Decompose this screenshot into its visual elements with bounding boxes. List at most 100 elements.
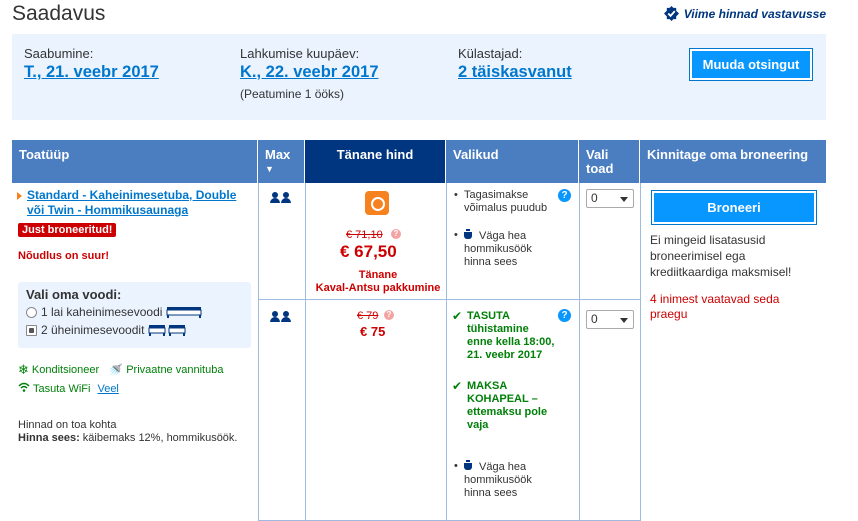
sort-down-icon: ▼	[265, 164, 274, 174]
dropdown-arrow-icon	[620, 318, 628, 323]
room-qty-select[interactable]: 0	[586, 310, 634, 329]
wifi-icon	[18, 382, 30, 396]
current-price: € 75	[360, 324, 386, 339]
amenity-ac: ❄ Konditsioneer	[18, 363, 99, 377]
price-guarantee-text: Viime hinnad vastavusse	[683, 6, 826, 21]
guests-link[interactable]: 2 täiskasvanut	[458, 63, 572, 82]
more-amenities-link[interactable]: Veel	[97, 382, 118, 396]
option-text: TASUTA tühistamine enne kella 18:00, 21.…	[467, 310, 555, 361]
bullet: •	[454, 189, 458, 201]
amenity-label: Privaatne vannituba	[126, 364, 224, 376]
deal-line: Tänane	[358, 269, 398, 281]
divider	[305, 183, 306, 521]
room-name-link[interactable]: Standard - Kaheinimesetuba, Double või T…	[17, 188, 247, 218]
option-text: MAKSA KOHAPEAL – ettemaksu pole vaja	[467, 380, 548, 431]
price-note: Hinnad on toa kohta Hinna sees: käibemak…	[18, 419, 237, 445]
amenities: ❄ Konditsioneer 🚿 Privaatne vannituba Ta…	[18, 363, 258, 401]
checkin-block: Saabumine: T., 21. veebr 2017	[24, 46, 159, 82]
stay-length-note: (Peatumine 1 ööks)	[240, 87, 345, 101]
search-summary: Saabumine: T., 21. veebr 2017 Lahkumise …	[12, 34, 826, 120]
divider	[258, 183, 259, 521]
divider	[446, 183, 447, 521]
just-booked-badge: Just broneeritud!	[18, 223, 117, 237]
max-occupancy	[270, 311, 291, 322]
old-price: € 79	[357, 310, 379, 322]
dropdown-arrow-icon	[620, 197, 628, 202]
divider	[640, 183, 641, 521]
checkout-label: Lahkumise kuupäev:	[240, 46, 360, 61]
person-icon	[270, 192, 280, 203]
guests-block: Külastajad: 2 täiskasvanut	[458, 46, 572, 82]
divider	[579, 183, 580, 521]
option-text: Tagasimakse võimalus puudub	[464, 189, 548, 214]
room-qty-value: 0	[591, 312, 598, 326]
amenity-bathroom: 🚿 Privaatne vannituba	[108, 363, 223, 377]
checkout-date-link[interactable]: K., 22. veebr 2017	[240, 63, 379, 82]
header-qty: Vali toad	[579, 140, 640, 183]
deal-line: Kaval-Antsu pakkumine	[315, 282, 441, 294]
bed-option-double[interactable]: 1 lai kaheinimesevoodi	[26, 304, 243, 320]
header-room-type: Toatüüp	[12, 140, 258, 183]
price-info-icon[interactable]: ?	[391, 229, 401, 239]
bed-choice-box: Vali oma voodi: 1 lai kaheinimesevoodi 2…	[18, 282, 251, 348]
price-note-bold: Hinna sees:	[18, 432, 80, 444]
amenity-wifi: Tasuta WiFi Veel	[18, 382, 119, 396]
checkin-date-link[interactable]: T., 21. veebr 2017	[24, 63, 159, 82]
check-icon: ✔	[452, 379, 463, 393]
option-nonrefundable: • Tagasimakse võimalus puudub	[452, 189, 556, 215]
rate-options: ✔ TASUTA tühistamine enne kella 18:00, 2…	[452, 310, 556, 500]
amenity-label: Tasuta WiFi	[33, 383, 91, 395]
page-title: Saadavus	[12, 2, 106, 25]
bed-option-radio[interactable]	[26, 306, 37, 318]
bullet: •	[454, 460, 458, 472]
header-max-label: Max	[265, 147, 291, 162]
book-button[interactable]: Broneeri	[652, 191, 816, 224]
high-demand-text: Nõudlus on suur!	[18, 250, 110, 262]
current-price: € 67,50	[340, 242, 397, 261]
shower-icon: 🚿	[108, 363, 124, 377]
max-occupancy	[270, 192, 291, 203]
person-icon	[281, 192, 291, 203]
price-guarantee[interactable]: Viime hinnad vastavusse	[663, 6, 826, 21]
book-note: Ei mingeid lisatasusid broneerimisel ega…	[650, 233, 792, 279]
bed-option-label: 2 üheinimesevoodit	[41, 323, 145, 337]
help-icon[interactable]: ?	[558, 309, 571, 322]
bed-option-label: 1 lai kaheinimesevoodi	[41, 305, 163, 319]
double-bed-icon	[166, 306, 202, 318]
header-options: Valikud	[446, 140, 579, 183]
rate-divider	[258, 299, 640, 300]
room-qty-select[interactable]: 0	[586, 189, 634, 208]
bed-option-twin[interactable]: 2 üheinimesevoodit	[26, 322, 243, 338]
room-qty-value: 0	[591, 191, 598, 205]
bullet: •	[454, 229, 458, 241]
price-note-rest: käibemaks 12%, hommikusöök.	[79, 432, 238, 444]
viewers-count: 4 inimest vaatavad seda praegu	[650, 292, 780, 321]
option-breakfast: • Väga hea hommikusöök hinna sees	[452, 460, 556, 500]
modify-search-button[interactable]: Muuda otsingut	[690, 49, 812, 80]
header-max[interactable]: Max ▼	[258, 140, 305, 183]
option-breakfast: • Väga hea hommikusöök hinna sees	[452, 229, 556, 269]
deal-icon	[365, 191, 389, 215]
option-pay-at-property: ✔ MAKSA KOHAPEAL – ettemaksu pole vaja	[452, 380, 556, 432]
deal-text: Tänane Kaval-Antsu pakkumine	[306, 269, 450, 295]
person-icon	[281, 311, 291, 322]
option-free-cancel: ✔ TASUTA tühistamine enne kella 18:00, 2…	[452, 310, 556, 362]
help-icon[interactable]: ?	[558, 189, 571, 202]
amenity-label: Konditsioneer	[31, 364, 100, 376]
check-icon: ✔	[452, 309, 463, 323]
rate-options: • Tagasimakse võimalus puudub • Väga hea…	[452, 189, 556, 269]
checkmark-badge-icon	[663, 6, 679, 21]
checkin-label: Saabumine:	[24, 46, 94, 61]
room-table: Toatüüp Max ▼ Tänane hind Valikud Vali t…	[12, 140, 826, 521]
header-price[interactable]: Tänane hind	[305, 140, 446, 183]
person-icon	[270, 311, 280, 322]
bed-option-radio-selected[interactable]	[26, 324, 37, 336]
checkout-block: Lahkumise kuupäev: K., 22. veebr 2017 (P…	[240, 46, 379, 101]
old-price: € 71,10	[346, 229, 383, 241]
coffee-cup-icon	[464, 229, 475, 240]
coffee-cup-icon	[464, 460, 475, 471]
guests-label: Külastajad:	[458, 46, 523, 61]
header-confirm: Kinnitage oma broneering	[640, 140, 826, 183]
price-info-icon[interactable]: ?	[384, 310, 394, 320]
snowflake-icon: ❄	[18, 362, 29, 377]
